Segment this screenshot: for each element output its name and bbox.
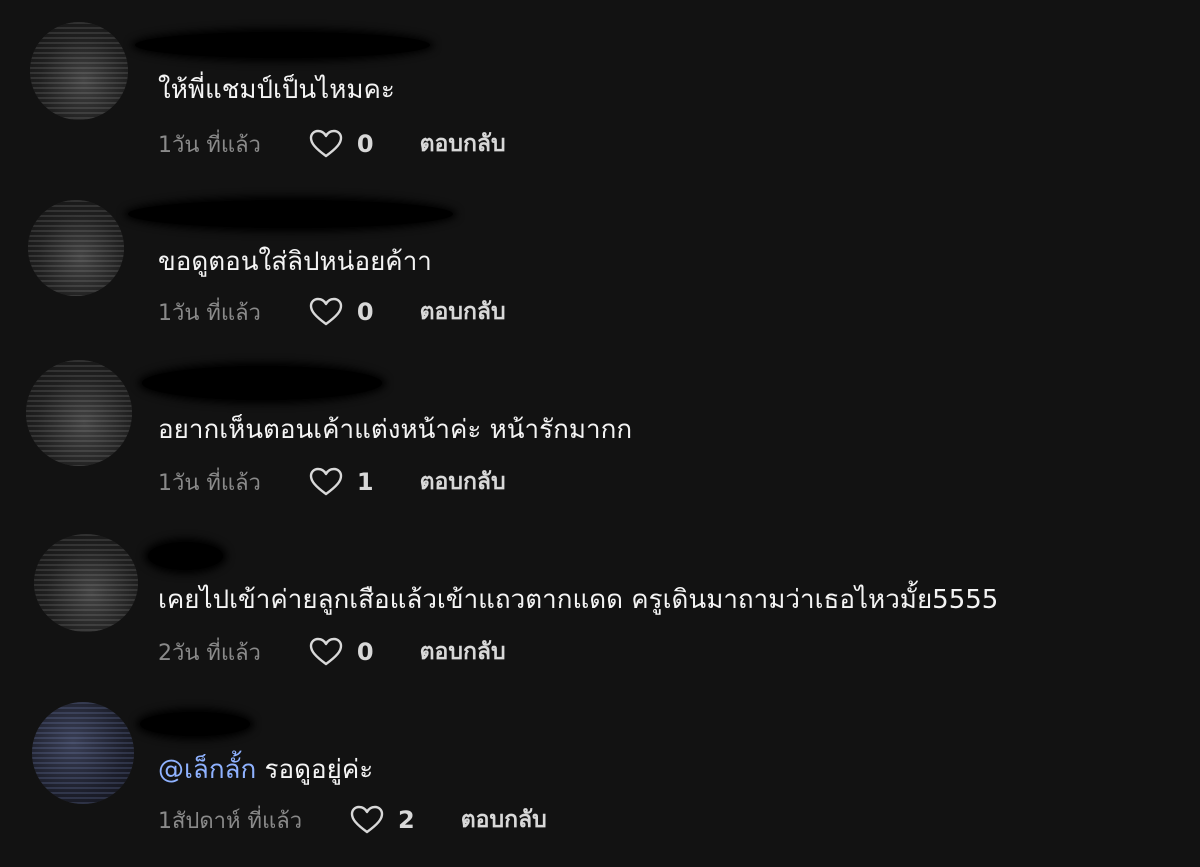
comment-meta: 1วัน ที่แล้ว 1 ตอบกลับ — [158, 466, 506, 498]
reply-button[interactable]: ตอบกลับ — [420, 126, 506, 162]
like-button[interactable]: 0 — [309, 129, 374, 159]
comment-time: 1วัน ที่แล้ว — [158, 300, 261, 326]
comment-text: เคยไปเข้าค่ายลูกเสือแล้วเข้าแถวตากแดด คร… — [158, 585, 999, 615]
like-button[interactable]: 1 — [309, 467, 374, 497]
comment-meta: 2วัน ที่แล้ว 0 ตอบกลับ — [158, 636, 506, 668]
heart-icon[interactable] — [309, 129, 343, 159]
avatar[interactable] — [26, 360, 132, 466]
username-redacted — [142, 366, 382, 400]
like-count: 1 — [356, 468, 374, 496]
like-count: 0 — [356, 298, 374, 326]
comment-meta: 1วัน ที่แล้ว 0 ตอบกลับ — [158, 128, 506, 160]
avatar[interactable] — [34, 534, 138, 632]
heart-icon[interactable] — [350, 805, 384, 835]
comment-text: อยากเห็นตอนเค้าแต่งหน้าค่ะ หน้ารักมากก — [158, 415, 633, 445]
like-button[interactable]: 2 — [350, 805, 415, 835]
like-count: 0 — [356, 130, 374, 158]
comment-item: @เล็กลั้ก รอดูอยู่ค่ะ 1สัปดาห์ ที่แล้ว 2… — [0, 676, 1200, 836]
comment-item: อยากเห็นตอนเค้าแต่งหน้าค่ะ หน้ารักมากก 1… — [0, 338, 1200, 498]
comment-item: ให้พี่แชมป์เป็นไหมคะ 1วัน ที่แล้ว 0 ตอบก… — [0, 0, 1200, 160]
comment-time: 1วัน ที่แล้ว — [158, 132, 261, 158]
reply-button[interactable]: ตอบกลับ — [420, 634, 506, 670]
reply-button[interactable]: ตอบกลับ — [461, 802, 547, 838]
comment-meta: 1วัน ที่แล้ว 0 ตอบกลับ — [158, 296, 506, 328]
heart-icon[interactable] — [309, 637, 343, 667]
reply-button[interactable]: ตอบกลับ — [420, 294, 506, 330]
username-redacted — [140, 712, 250, 736]
comment-item: เคยไปเข้าค่ายลูกเสือแล้วเข้าแถวตากแดด คร… — [0, 508, 1200, 668]
like-button[interactable]: 0 — [309, 637, 374, 667]
like-button[interactable]: 0 — [309, 297, 374, 327]
comment-time: 1สัปดาห์ ที่แล้ว — [158, 808, 303, 834]
comment-text: @เล็กลั้ก รอดูอยู่ค่ะ — [158, 752, 373, 788]
username-redacted — [148, 542, 223, 570]
mention-link[interactable]: @เล็กลั้ก — [158, 755, 256, 785]
avatar[interactable] — [30, 22, 128, 120]
heart-icon[interactable] — [309, 297, 343, 327]
like-count: 2 — [398, 806, 415, 834]
username-redacted — [128, 200, 453, 228]
like-count: 0 — [356, 638, 374, 666]
comment-text-body: รอดูอยู่ค่ะ — [256, 755, 374, 785]
username-redacted — [135, 32, 430, 58]
comment-time: 1วัน ที่แล้ว — [158, 470, 261, 496]
avatar[interactable] — [32, 702, 134, 804]
comment-meta: 1สัปดาห์ ที่แล้ว 2 ตอบกลับ — [158, 804, 547, 836]
comment-time: 2วัน ที่แล้ว — [158, 640, 261, 666]
comment-item: ขอดูตอนใส่ลิปหน่อยค้าา 1วัน ที่แล้ว 0 ตอ… — [0, 168, 1200, 328]
comment-text: ให้พี่แชมป์เป็นไหมคะ — [158, 75, 395, 105]
comment-text: ขอดูตอนใส่ลิปหน่อยค้าา — [158, 247, 432, 277]
reply-button[interactable]: ตอบกลับ — [420, 464, 506, 500]
avatar[interactable] — [28, 200, 124, 296]
heart-icon[interactable] — [309, 467, 343, 497]
